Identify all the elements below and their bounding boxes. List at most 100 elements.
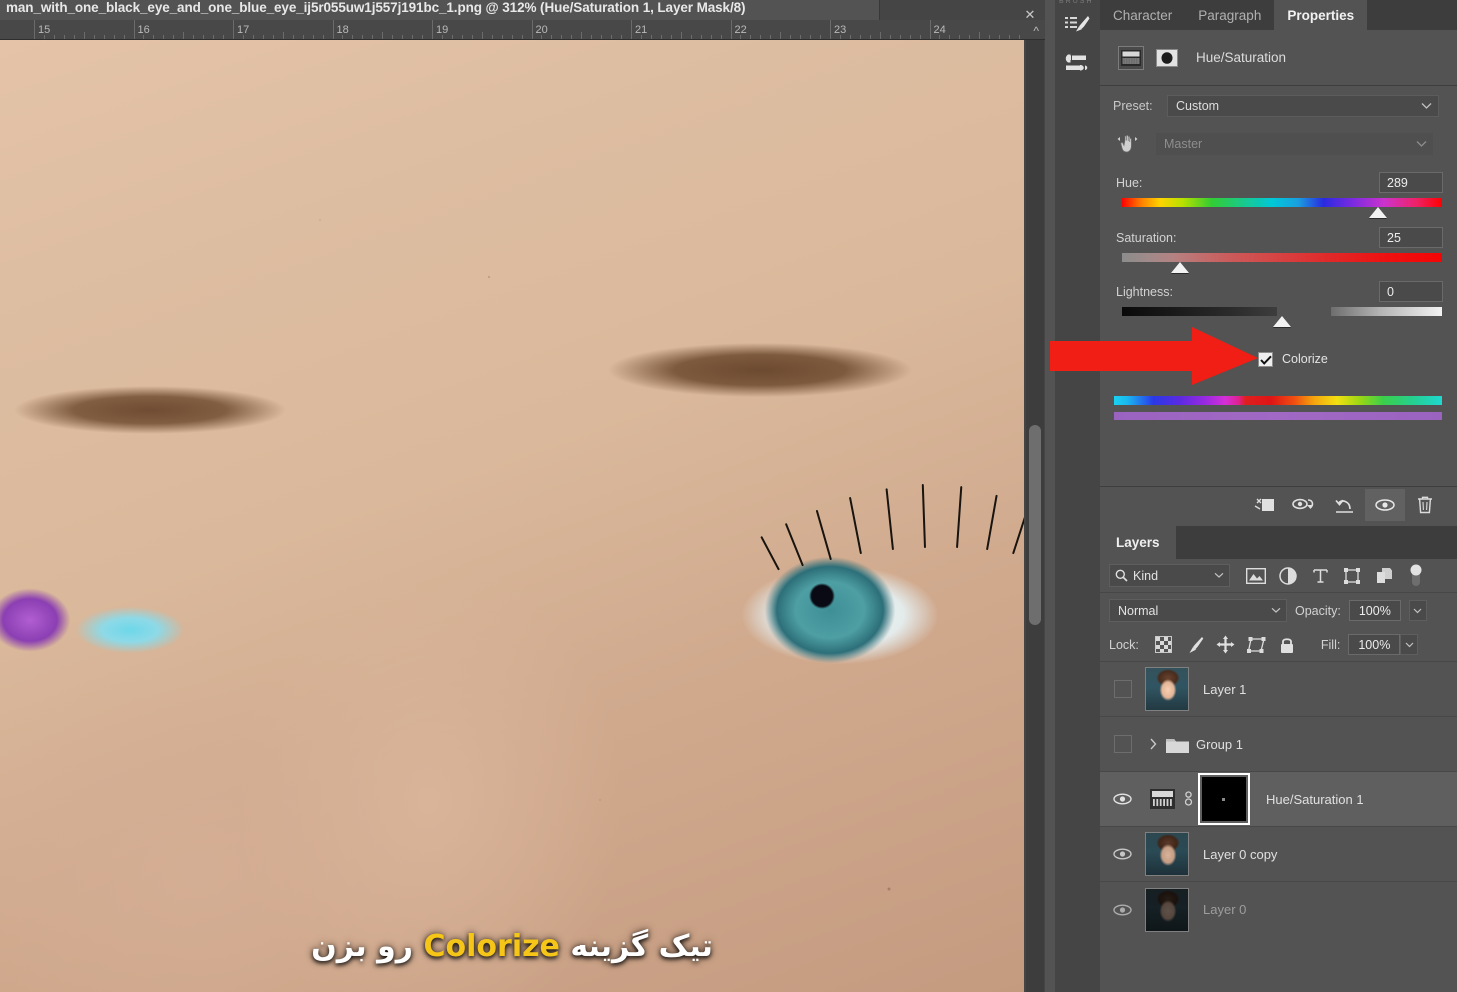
ruler-minor-tick [183,32,185,39]
eyelash [784,522,804,567]
ruler-minor-tick [839,35,841,39]
layer-name: Layer 0 copy [1203,846,1278,862]
layer-mask-thumbnail[interactable] [1198,773,1250,825]
clip-to-layer-icon[interactable] [1245,489,1285,521]
lock-position-icon[interactable] [1210,632,1241,658]
channel-select[interactable]: Master [1156,133,1433,155]
layer-visibility-toggle[interactable] [1100,717,1145,772]
visibility-on-icon [1113,903,1132,916]
adjustment-filter-icon[interactable] [1272,563,1304,589]
lock-all-icon[interactable] [1272,632,1303,658]
hue-range-ramp[interactable] [1114,396,1442,405]
layer-visibility-toggle[interactable] [1100,882,1145,937]
tab-paragraph[interactable]: Paragraph [1185,0,1274,30]
table-row[interactable]: Hue/Saturation 1 [1100,772,1457,827]
ruler-minor-tick [521,35,523,39]
eyelash [921,484,926,549]
hue-saturation-icon[interactable] [1145,789,1179,809]
filter-toggle-switch[interactable] [1400,563,1432,589]
layer-visibility-toggle[interactable] [1100,662,1145,717]
ruler-minor-tick [949,35,951,39]
saturation-value-field[interactable]: 25 [1379,227,1443,248]
chevron-up-icon[interactable]: ^ [1033,24,1039,38]
opacity-label: Opacity: [1295,603,1341,618]
toggle-previous-state-icon[interactable] [1285,489,1325,521]
document-tab[interactable]: man_with_one_black_eye_and_one_blue_eye_… [0,0,880,20]
ruler-minor-tick [760,35,762,39]
horizontal-ruler[interactable]: 15 16 17 18 19 20 21 22 23 24 ^ [0,20,1045,40]
lock-image-icon[interactable] [1179,632,1210,658]
layer-thumbnail[interactable] [1145,887,1189,932]
ruler-minor-tick [362,35,364,39]
colorize-label: Colorize [1282,352,1328,366]
ruler-minor-tick [262,35,264,39]
table-row[interactable]: Layer 0 copy [1100,827,1457,882]
document-window: man_with_one_black_eye_and_one_blue_eye_… [0,0,1045,992]
saturation-label: Saturation: [1116,231,1177,245]
filter-kind-select[interactable]: Kind [1109,564,1230,587]
ruler-minor-tick [242,35,244,39]
blend-mode-select[interactable]: Normal [1109,599,1287,622]
hue-slider-track[interactable] [1122,198,1442,207]
ruler-minor-tick [163,35,165,39]
canvas-vertical-scrollbar[interactable] [1026,40,1044,992]
opacity-stepper[interactable] [1408,600,1427,621]
link-mask-icon[interactable] [1179,789,1197,809]
image-canvas[interactable]: تیک گزینه Colorize رو بزن [0,40,1024,992]
layer-visibility-toggle[interactable] [1100,827,1145,882]
layer-thumbnail[interactable] [1145,832,1189,876]
eyelash [760,535,780,571]
layer-thumbnail[interactable] [1145,667,1189,711]
ruler-minor-tick [969,35,971,39]
colorize-checkbox[interactable] [1258,352,1273,367]
fill-stepper[interactable] [1400,634,1419,655]
scrollbar-thumb[interactable] [1029,425,1041,625]
ruler-minor-tick [551,35,553,39]
brush-presets-icon[interactable] [1060,10,1094,40]
lock-transparency-icon[interactable] [1148,632,1179,658]
table-row[interactable]: Layer 0 [1100,882,1457,937]
reset-adjustment-icon[interactable] [1325,489,1365,521]
lightness-track-dark[interactable] [1122,307,1277,316]
layer-mask-icon[interactable] [1154,46,1180,70]
tab-character[interactable]: Character [1100,0,1185,30]
ruler-minor-tick [750,35,752,39]
layer-visibility-toggle[interactable] [1100,772,1145,827]
smart-object-filter-icon[interactable] [1368,563,1400,589]
type-filter-icon[interactable] [1304,563,1336,589]
lightness-slider-thumb[interactable] [1273,316,1291,327]
visibility-on-icon [1113,793,1132,805]
shape-filter-icon[interactable] [1336,563,1368,589]
visibility-on-icon [1113,848,1132,860]
fill-field[interactable]: 100% [1348,634,1401,655]
blend-mode-row: Normal Opacity: 100% [1100,593,1457,628]
ruler-minor-tick [660,35,662,39]
toggle-visibility-icon[interactable] [1365,488,1405,521]
ruler-minor-tick [481,32,483,39]
on-image-adjust-icon[interactable] [1116,133,1142,155]
chevron-right-icon[interactable] [1145,738,1162,750]
hue-value-field[interactable]: 289 [1379,172,1443,193]
hue-slider-thumb[interactable] [1369,207,1387,218]
hue-saturation-icon[interactable] [1118,45,1144,70]
preset-select[interactable]: Custom [1167,95,1439,117]
pixel-filter-icon[interactable] [1240,563,1272,589]
tab-properties[interactable]: Properties [1274,0,1368,30]
ruler-minor-tick [461,35,463,39]
ruler-minor-tick [412,35,414,39]
delete-adjustment-icon[interactable] [1405,489,1445,521]
lock-artboard-icon[interactable] [1241,632,1272,658]
brush-settings-icon[interactable] [1060,48,1094,78]
saturation-slider-track[interactable] [1122,253,1442,262]
lightness-value-field[interactable]: 0 [1379,281,1443,302]
ruler-minor-tick [650,35,652,39]
saturation-slider-thumb[interactable] [1170,262,1189,273]
tab-layers[interactable]: Layers [1100,526,1176,559]
table-row[interactable]: Group 1 [1100,717,1457,772]
opacity-field[interactable]: 100% [1348,600,1401,621]
table-row[interactable]: Layer 1 [1100,662,1457,717]
eyelashes-decoration [760,470,1024,610]
lightness-track-light[interactable] [1331,307,1442,316]
document-tab-bar: man_with_one_black_eye_and_one_blue_eye_… [0,0,1045,22]
ruler-minor-tick [282,32,284,39]
